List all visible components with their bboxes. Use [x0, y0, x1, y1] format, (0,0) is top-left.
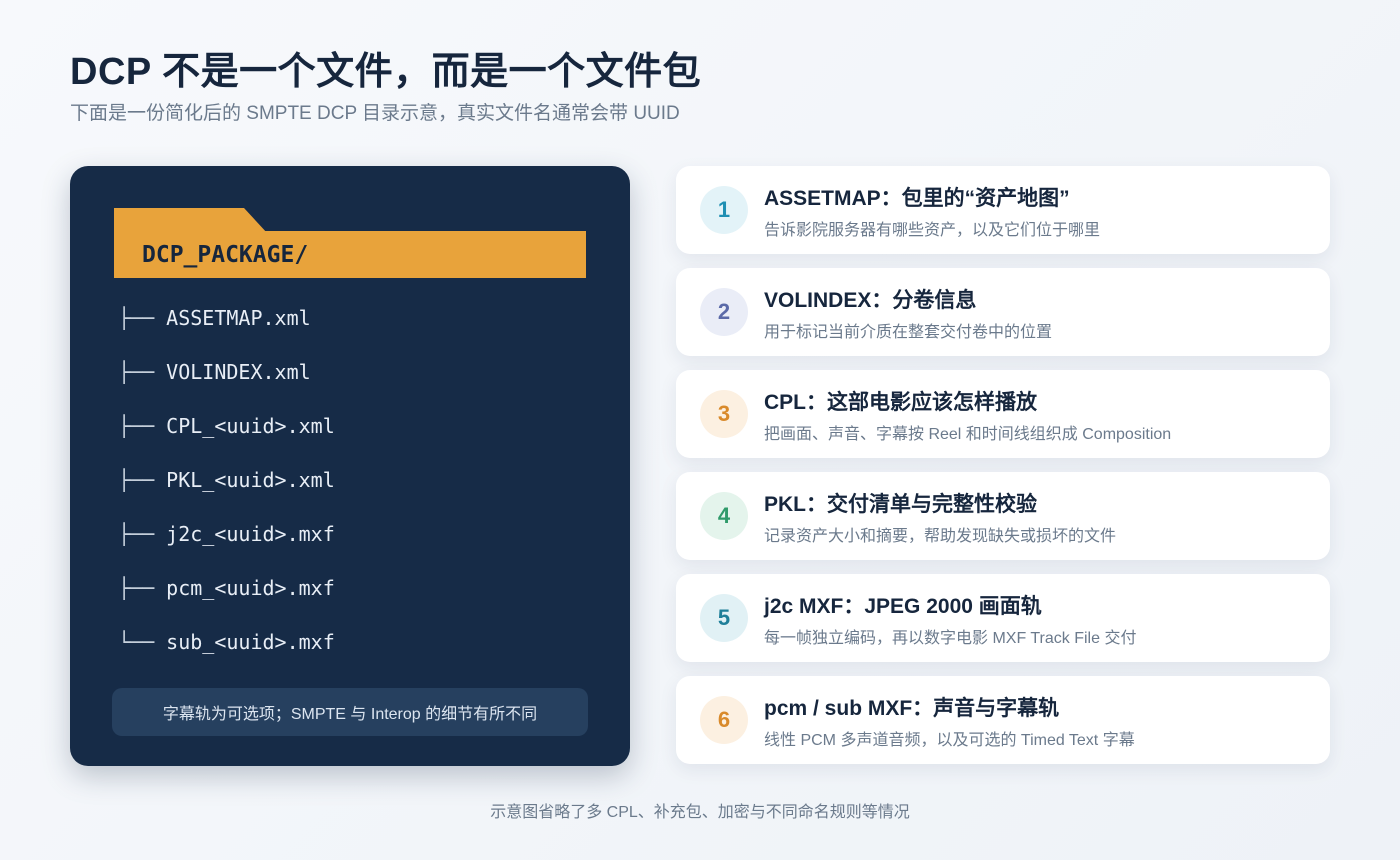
page-title: DCP 不是一个文件，而是一个文件包 — [70, 51, 702, 93]
tree-item: ├── ASSETMAP.xml — [118, 306, 311, 330]
number-badge: 5 — [700, 594, 748, 642]
card-description: 记录资产大小和摘要，帮助发现缺失或损坏的文件 — [764, 528, 1117, 545]
card-j2c-mxf: 5 j2c MXF：JPEG 2000 画面轨 每一帧独立编码，再以数字电影 M… — [676, 574, 1330, 662]
tree-item: ├── pcm_<uuid>.mxf — [118, 576, 335, 600]
card-description: 每一帧独立编码，再以数字电影 MXF Track File 交付 — [764, 630, 1137, 647]
tree-item: └── sub_<uuid>.mxf — [118, 630, 335, 654]
card-title: pcm / sub MXF：声音与字幕轨 — [764, 697, 1060, 720]
card-description: 用于标记当前介质在整套交付卷中的位置 — [764, 324, 1053, 341]
number-badge: 3 — [700, 390, 748, 438]
number-badge: 2 — [700, 288, 748, 336]
tree-item: ├── VOLINDEX.xml — [118, 360, 311, 384]
tree-item: ├── CPL_<uuid>.xml — [118, 414, 335, 438]
card-pkl: 4 PKL：交付清单与完整性校验 记录资产大小和摘要，帮助发现缺失或损坏的文件 — [676, 472, 1330, 560]
card-title: ASSETMAP：包里的“资产地图” — [764, 187, 1070, 210]
directory-tree-panel: DCP_PACKAGE/ ├── ASSETMAP.xml ├── VOLIND… — [70, 166, 630, 766]
card-title: CPL：这部电影应该怎样播放 — [764, 391, 1037, 414]
card-description: 告诉影院服务器有哪些资产，以及它们位于哪里 — [764, 222, 1101, 239]
number-badge: 1 — [700, 186, 748, 234]
card-pcm-sub-mxf: 6 pcm / sub MXF：声音与字幕轨 线性 PCM 多声道音频，以及可选… — [676, 676, 1330, 764]
card-description: 把画面、声音、字幕按 Reel 和时间线组织成 Composition — [764, 426, 1172, 443]
tree-item: ├── PKL_<uuid>.xml — [118, 468, 335, 492]
number-badge: 4 — [700, 492, 748, 540]
tree-item: ├── j2c_<uuid>.mxf — [118, 522, 335, 546]
card-volindex: 2 VOLINDEX：分卷信息 用于标记当前介质在整套交付卷中的位置 — [676, 268, 1330, 356]
card-title: j2c MXF：JPEG 2000 画面轨 — [764, 595, 1042, 618]
folder-name: DCP_PACKAGE/ — [142, 241, 309, 268]
footer-note: 示意图省略了多 CPL、补充包、加密与不同命名规则等情况 — [490, 804, 910, 821]
tree-note: 字幕轨为可选项；SMPTE 与 Interop 的细节有所不同 — [112, 688, 588, 736]
card-assetmap: 1 ASSETMAP：包里的“资产地图” 告诉影院服务器有哪些资产，以及它们位于… — [676, 166, 1330, 254]
card-cpl: 3 CPL：这部电影应该怎样播放 把画面、声音、字幕按 Reel 和时间线组织成… — [676, 370, 1330, 458]
page-subtitle: 下面是一份简化后的 SMPTE DCP 目录示意，真实文件名通常会带 UUID — [70, 103, 680, 124]
card-description: 线性 PCM 多声道音频，以及可选的 Timed Text 字幕 — [764, 732, 1135, 749]
folder-icon: DCP_PACKAGE/ — [114, 231, 586, 278]
number-badge: 6 — [700, 696, 748, 744]
card-title: VOLINDEX：分卷信息 — [764, 289, 977, 312]
card-title: PKL：交付清单与完整性校验 — [764, 493, 1037, 516]
